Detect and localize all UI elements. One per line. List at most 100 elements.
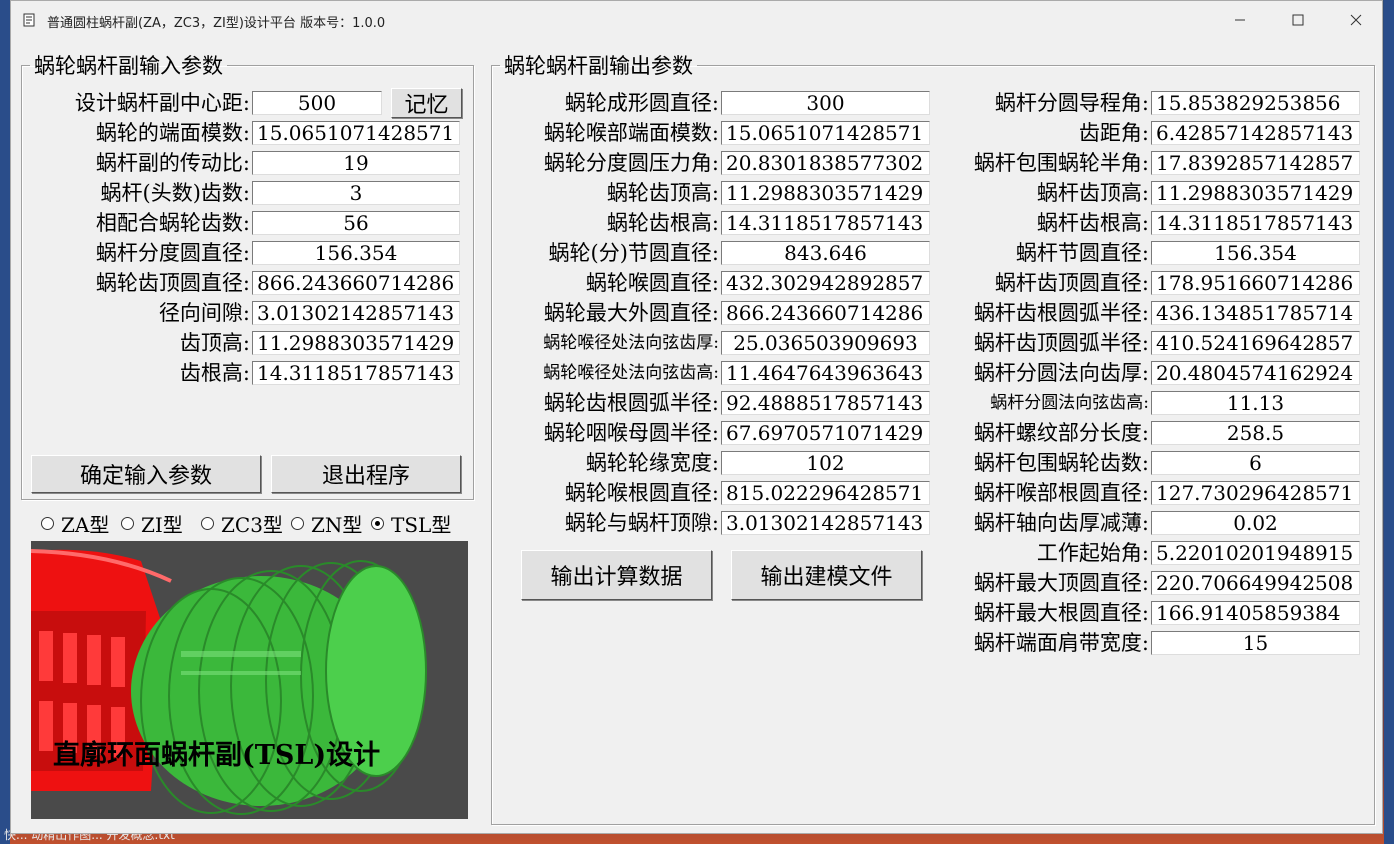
output-left-field-0[interactable]: 300	[721, 91, 930, 115]
output-right-field-16[interactable]: 220.706649942508	[1151, 571, 1360, 595]
output-left-field-1[interactable]: 15.0651071428571	[721, 121, 930, 145]
output-right-label-5: 蜗杆节圆直径:	[1015, 241, 1149, 265]
output-left-field-7[interactable]: 866.243660714286	[721, 301, 930, 325]
input-label-7: 径向间隙:	[158, 301, 250, 325]
desktop-right-edge	[1384, 0, 1394, 844]
output-right-field-15[interactable]: 5.22010201948915	[1151, 541, 1360, 565]
output-right-label-7: 蜗杆齿根圆弧半径:	[973, 301, 1149, 325]
output-left-field-13[interactable]: 815.022296428571	[721, 481, 930, 505]
output-right-field-8[interactable]: 410.524169642857	[1151, 331, 1360, 355]
maximize-button[interactable]	[1269, 1, 1327, 39]
radio-dot-icon	[41, 516, 54, 530]
app-icon	[23, 13, 35, 27]
minimize-icon	[1235, 19, 1245, 21]
input-field-9[interactable]: 14.3118517857143	[252, 361, 460, 385]
exit-program-button[interactable]: 退出程序	[271, 455, 461, 493]
output-left-field-11[interactable]: 67.6970571071429	[721, 421, 930, 445]
output-right-field-13[interactable]: 127.730296428571	[1151, 481, 1360, 505]
output-right-field-7[interactable]: 436.134851785714	[1151, 301, 1360, 325]
close-button[interactable]	[1327, 1, 1385, 39]
title-bar: 普通圆柱蜗杆副(ZA，ZC3，ZI型)设计平台 版本号：1.0.0	[11, 1, 1382, 39]
input-field-0[interactable]: 500	[252, 91, 382, 115]
output-right-label-13: 蜗杆喉部根圆直径:	[973, 481, 1149, 505]
input-field-4[interactable]: 56	[252, 211, 460, 235]
output-right-field-18[interactable]: 15	[1151, 631, 1360, 655]
input-field-3[interactable]: 3	[252, 181, 460, 205]
input-params-legend: 蜗轮蜗杆副输入参数	[34, 54, 223, 78]
output-calc-data-button[interactable]: 输出计算数据	[521, 550, 712, 600]
output-left-label-9: 蜗轮喉径处法向弦齿高:	[543, 363, 719, 383]
input-label-4: 相配合蜗轮齿数:	[95, 211, 250, 235]
output-right-field-2[interactable]: 17.8392857142857	[1151, 151, 1360, 175]
output-left-label-1: 蜗轮喉部端面模数:	[543, 121, 719, 145]
radio-dot-icon	[121, 516, 134, 530]
output-left-field-4[interactable]: 14.3118517857143	[721, 211, 930, 235]
input-label-1: 蜗轮的端面模数:	[95, 121, 250, 145]
output-left-label-7: 蜗轮最大外圆直径:	[543, 301, 719, 325]
close-icon	[1350, 14, 1362, 26]
type-radio-label: ZN型	[311, 512, 363, 537]
input-label-6: 蜗轮齿顶圆直径:	[95, 271, 250, 295]
input-label-0: 设计蜗杆副中心距:	[74, 91, 250, 115]
output-left-label-12: 蜗轮轮缘宽度:	[585, 451, 719, 475]
app-window: 普通圆柱蜗杆副(ZA，ZC3，ZI型)设计平台 版本号：1.0.0 蜗轮蜗杆副输…	[10, 0, 1383, 834]
output-right-field-14[interactable]: 0.02	[1151, 511, 1360, 535]
output-right-field-12[interactable]: 6	[1151, 451, 1360, 475]
type-radio-label: ZA型	[61, 512, 110, 537]
output-right-field-3[interactable]: 11.2988303571429	[1151, 181, 1360, 205]
output-right-field-5[interactable]: 156.354	[1151, 241, 1360, 265]
output-left-field-9[interactable]: 11.4647643963643	[721, 361, 930, 385]
output-left-field-8[interactable]: 25.036503909693	[721, 331, 930, 355]
output-left-field-12[interactable]: 102	[721, 451, 930, 475]
output-right-label-4: 蜗杆齿根高:	[1036, 211, 1149, 235]
input-field-2[interactable]: 19	[252, 151, 460, 175]
window-title: 普通圆柱蜗杆副(ZA，ZC3，ZI型)设计平台 版本号：1.0.0	[47, 16, 386, 31]
output-left-label-14: 蜗轮与蜗杆顶隙:	[564, 511, 719, 535]
input-field-7[interactable]: 3.01302142857143	[252, 301, 460, 325]
output-right-label-18: 蜗杆端面肩带宽度:	[973, 631, 1149, 655]
output-left-field-3[interactable]: 11.2988303571429	[721, 181, 930, 205]
output-right-field-17[interactable]: 166.91405859384	[1151, 601, 1360, 625]
output-right-label-1: 齿距角:	[1078, 121, 1149, 145]
output-left-field-2[interactable]: 20.8301838577302	[721, 151, 930, 175]
maximize-icon	[1292, 14, 1304, 26]
output-model-file-button[interactable]: 输出建模文件	[731, 550, 922, 600]
input-label-9: 齿根高:	[179, 361, 250, 385]
input-label-3: 蜗杆(头数)齿数:	[100, 181, 250, 205]
input-field-1[interactable]: 15.0651071428571	[252, 121, 460, 145]
output-right-label-2: 蜗杆包围蜗轮半角:	[973, 151, 1149, 175]
type-radio-2[interactable]: ZC3型	[201, 511, 283, 537]
type-radio-1[interactable]: ZI型	[121, 511, 183, 537]
type-radio-label: ZC3型	[221, 512, 283, 537]
type-radio-3[interactable]: ZN型	[291, 511, 363, 537]
output-right-field-6[interactable]: 178.951660714286	[1151, 271, 1360, 295]
memory-button[interactable]: 记忆	[391, 88, 462, 118]
preview-caption: 直廓环面蜗杆副(TSL)设计	[53, 740, 381, 771]
output-right-field-10[interactable]: 11.13	[1151, 391, 1360, 415]
output-right-label-10: 蜗杆分圆法向弦齿高:	[990, 393, 1149, 413]
output-right-label-8: 蜗杆齿顶圆弧半径:	[973, 331, 1149, 355]
input-field-6[interactable]: 866.243660714286	[252, 271, 460, 295]
output-left-field-14[interactable]: 3.01302142857143	[721, 511, 930, 535]
output-left-label-4: 蜗轮齿根高:	[606, 211, 719, 235]
input-label-2: 蜗杆副的传动比:	[95, 151, 250, 175]
input-field-8[interactable]: 11.2988303571429	[252, 331, 460, 355]
confirm-input-button[interactable]: 确定输入参数	[31, 455, 261, 493]
output-left-field-10[interactable]: 92.4888517857143	[721, 391, 930, 415]
output-right-field-1[interactable]: 6.42857142857143	[1151, 121, 1360, 145]
output-left-label-10: 蜗轮齿根圆弧半径:	[543, 391, 719, 415]
output-left-field-6[interactable]: 432.302942892857	[721, 271, 930, 295]
type-radio-4[interactable]: TSL型	[371, 511, 451, 537]
minimize-button[interactable]	[1211, 1, 1269, 39]
output-left-field-5[interactable]: 843.646	[721, 241, 930, 265]
output-left-label-5: 蜗轮(分)节圆直径:	[548, 241, 719, 265]
output-right-field-9[interactable]: 20.4804574162924	[1151, 361, 1360, 385]
input-field-5[interactable]: 156.354	[252, 241, 460, 265]
output-right-field-4[interactable]: 14.3118517857143	[1151, 211, 1360, 235]
output-right-label-17: 蜗杆最大根圆直径:	[973, 601, 1149, 625]
output-right-field-0[interactable]: 15.853829253856	[1151, 91, 1360, 115]
output-right-field-11[interactable]: 258.5	[1151, 421, 1360, 445]
output-right-label-14: 蜗杆轴向齿厚减薄:	[973, 511, 1149, 535]
output-right-label-3: 蜗杆齿顶高:	[1036, 181, 1149, 205]
type-radio-0[interactable]: ZA型	[41, 511, 110, 537]
